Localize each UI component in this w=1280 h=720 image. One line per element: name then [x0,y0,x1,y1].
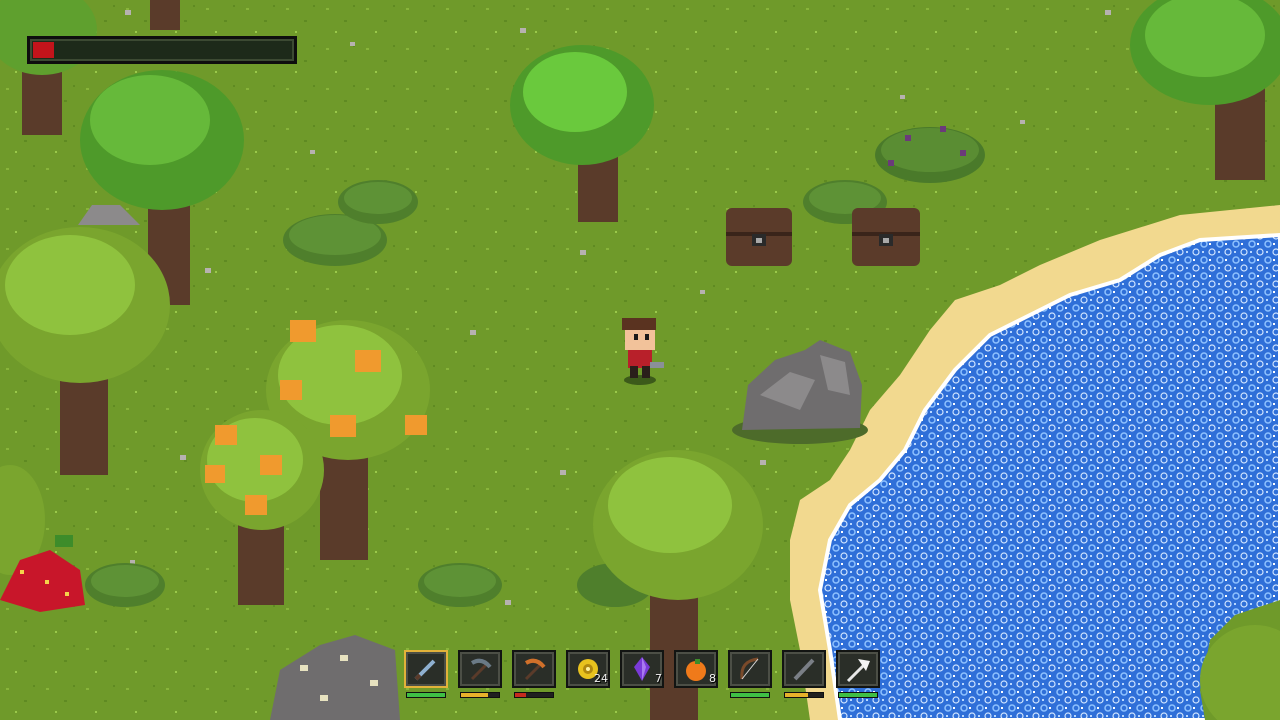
hotbar-slot-amethyst-crystal[interactable]: 7 [620,650,664,694]
bush [85,563,165,607]
hotbar: 24 7 8 [404,650,880,698]
copper-pickaxe-icon [524,658,546,681]
hotbar-slot-staff[interactable] [782,650,826,698]
hotbar-slot-sword[interactable] [404,650,448,698]
health-bar-fill [33,42,54,58]
axe-icon [846,659,870,683]
staff-icon [793,658,815,681]
orange-icon [686,659,706,681]
bush [418,563,502,607]
treasure-chest[interactable] [852,208,920,266]
durability-bar [460,692,500,698]
slot-count: 8 [709,672,716,685]
durability-bar [730,692,770,698]
health-bar [27,36,297,64]
durability-bar [514,692,554,698]
game-world[interactable] [0,0,1280,720]
pickaxe-icon [470,658,492,681]
hotbar-slot-orange-fruit[interactable]: 8 [674,650,718,694]
hotbar-slot-bow[interactable] [728,650,772,698]
hotbar-slot-white-axe[interactable] [836,650,880,698]
slot-count: 7 [655,672,662,685]
sword-icon [414,659,436,681]
hotbar-slot-copper-pickaxe[interactable] [512,650,556,698]
tree[interactable] [150,0,180,30]
crystal-icon [634,657,650,681]
durability-bar [784,692,824,698]
durability-bar [406,692,446,698]
hotbar-slot-pickaxe[interactable] [458,650,502,698]
slot-count: 24 [594,672,608,685]
durability-bar [838,692,878,698]
bow-icon [740,657,759,680]
treasure-chest[interactable] [726,208,792,266]
hotbar-slot-gold-coin[interactable]: 24 [566,650,610,694]
